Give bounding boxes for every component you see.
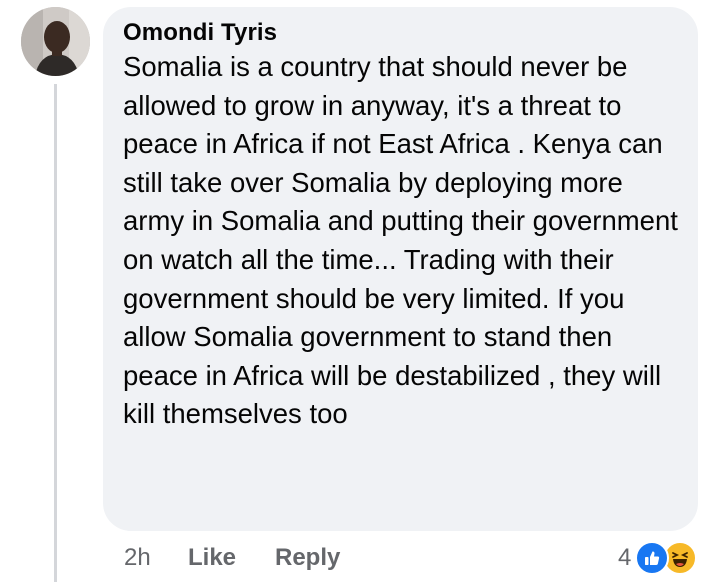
like-button[interactable]: Like <box>188 544 275 572</box>
avatar[interactable] <box>21 7 90 76</box>
comment-timestamp[interactable]: 2h <box>124 544 188 572</box>
comment-actions: 2h Like Reply <box>124 540 340 576</box>
profile-photo-icon <box>21 7 90 76</box>
comment-bubble: Omondi Tyris Somalia is a country that s… <box>103 7 698 531</box>
comment-author[interactable]: Omondi Tyris <box>123 19 684 47</box>
thread-line <box>54 84 57 582</box>
reply-button[interactable]: Reply <box>275 544 340 572</box>
comment-text: Somalia is a country that should never b… <box>123 51 678 430</box>
reaction-summary[interactable]: 4 <box>618 540 698 576</box>
reaction-count: 4 <box>618 544 632 571</box>
like-icon <box>635 541 670 575</box>
